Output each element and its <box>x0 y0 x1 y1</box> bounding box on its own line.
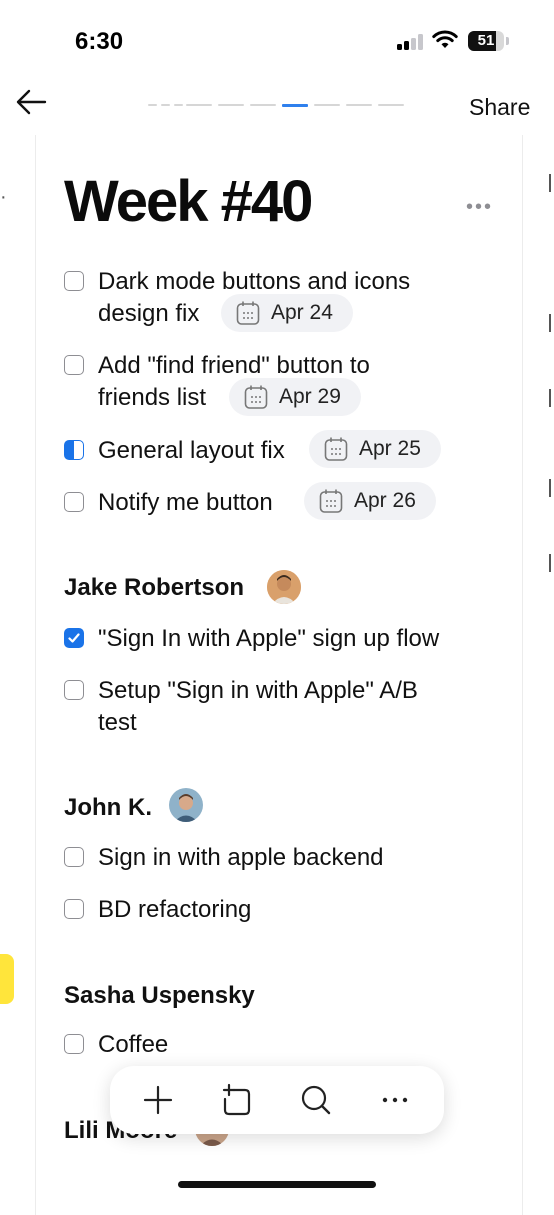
task-title-line[interactable]: Sign in with apple backend <box>98 843 384 873</box>
task-title-line[interactable]: BD refactoring <box>98 895 251 925</box>
calendar-icon <box>244 385 268 409</box>
battery-icon: 51 <box>468 31 504 51</box>
task-title-line[interactable]: Coffee <box>98 1030 168 1060</box>
task-checkbox[interactable] <box>64 847 84 867</box>
ellipsis-icon[interactable]: ••• <box>466 196 493 219</box>
task-item: General layout fix Apr 25 <box>64 430 504 470</box>
task-checkbox[interactable] <box>64 271 84 291</box>
home-indicator <box>178 1181 376 1188</box>
date-chip[interactable]: Apr 25 <box>309 430 441 468</box>
plus-icon[interactable] <box>140 1082 176 1118</box>
prev-card-edge[interactable]: · <box>0 186 7 209</box>
assignee-heading[interactable]: Sasha Uspensky <box>64 982 255 1010</box>
signal-icon <box>397 34 425 50</box>
date-chip[interactable]: Apr 29 <box>229 378 361 416</box>
share-button[interactable]: Share <box>469 94 530 121</box>
status-bar: 6:30 51 <box>0 0 554 80</box>
date-chip[interactable]: Apr 24 <box>221 294 353 332</box>
assignee-heading[interactable]: Jake Robertson <box>64 574 244 602</box>
battery-level: 51 <box>477 32 495 49</box>
calendar-icon <box>319 489 343 513</box>
date-label: Apr 24 <box>271 301 333 324</box>
back-arrow-icon[interactable] <box>14 88 48 116</box>
status-time: 6:30 <box>75 28 124 55</box>
task-title-line[interactable]: friends list <box>98 383 206 413</box>
task-item: Coffee <box>64 1030 504 1064</box>
date-label: Apr 26 <box>354 489 416 512</box>
highlight-tab[interactable] <box>0 954 14 1004</box>
wifi-icon <box>432 30 458 48</box>
date-label: Apr 29 <box>279 385 341 408</box>
task-checkbox[interactable] <box>64 492 84 512</box>
task-item: "Sign In with Apple" sign up flow <box>64 624 504 658</box>
task-title-line[interactable]: Notify me button <box>98 488 273 518</box>
date-label: Apr 25 <box>359 437 421 460</box>
assignee-heading[interactable]: John K. <box>64 794 152 822</box>
add-card-icon[interactable] <box>219 1082 255 1118</box>
avatar[interactable] <box>169 788 203 822</box>
avatar[interactable] <box>267 570 301 604</box>
task-title-line[interactable]: Setup "Sign in with Apple" A/B <box>98 676 418 706</box>
next-card-edge[interactable] <box>549 174 554 574</box>
task-item: Setup "Sign in with Apple" A/B test <box>64 676 504 740</box>
task-item: Dark mode buttons and icons design fix A… <box>64 267 504 332</box>
task-title-line[interactable]: Add "find friend" button to <box>98 351 370 381</box>
bottom-toolbar <box>110 1066 444 1134</box>
task-checkbox[interactable] <box>64 1034 84 1054</box>
task-checkbox-in-progress[interactable] <box>64 440 84 460</box>
calendar-icon <box>236 301 260 325</box>
checkmark-icon <box>68 633 80 643</box>
calendar-icon <box>324 437 348 461</box>
task-title-line[interactable]: test <box>98 708 137 738</box>
task-title-line[interactable]: Dark mode buttons and icons <box>98 267 410 297</box>
task-item: Sign in with apple backend <box>64 843 504 877</box>
task-checkbox-checked[interactable] <box>64 628 84 648</box>
task-title-line[interactable]: "Sign In with Apple" sign up flow <box>98 624 439 654</box>
search-icon[interactable] <box>298 1082 334 1118</box>
battery-cap <box>506 37 509 45</box>
task-item: Add "find friend" button to friends list… <box>64 351 504 416</box>
ellipsis-icon[interactable] <box>377 1082 413 1118</box>
task-item: Notify me button Apr 26 <box>64 482 504 522</box>
task-checkbox[interactable] <box>64 355 84 375</box>
task-title-line[interactable]: General layout fix <box>98 436 285 466</box>
date-chip[interactable]: Apr 26 <box>304 482 436 520</box>
task-checkbox[interactable] <box>64 899 84 919</box>
page-title: Week #40 <box>64 169 313 234</box>
task-item: BD refactoring <box>64 895 504 929</box>
task-title-line[interactable]: design fix <box>98 299 199 329</box>
task-checkbox[interactable] <box>64 680 84 700</box>
